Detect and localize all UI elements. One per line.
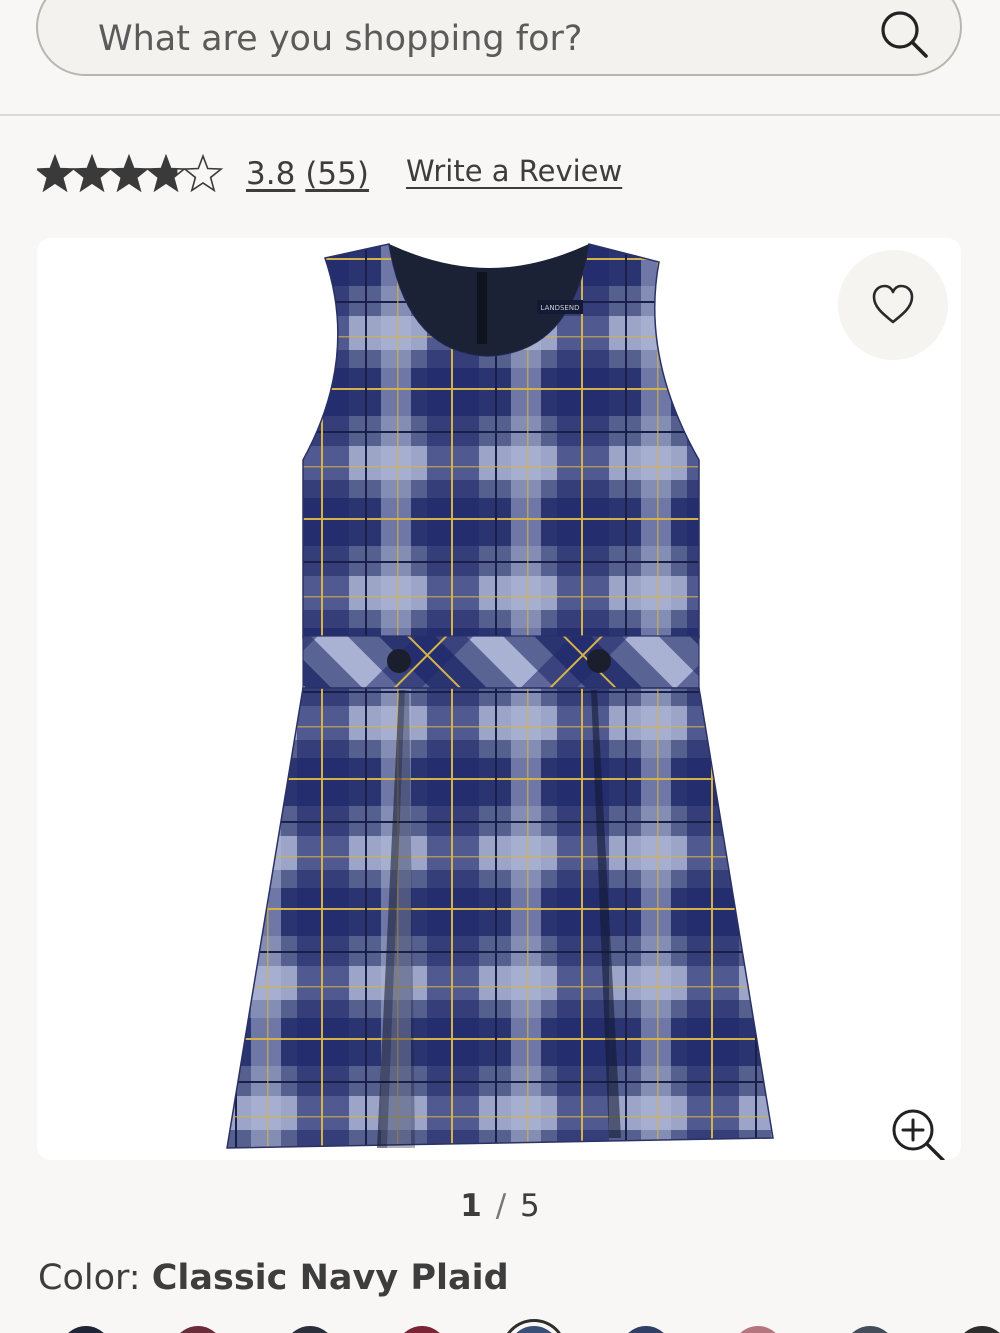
product-image-panel: LANDSEND [37,238,961,1160]
review-count: (55) [305,156,369,192]
color-swatch[interactable] [508,1326,560,1333]
search-icon [881,11,928,58]
zoom-button[interactable] [887,1104,951,1160]
color-swatches [0,1312,1000,1333]
color-swatch[interactable] [60,1326,112,1333]
color-swatch[interactable] [172,1326,224,1333]
star-rating [37,154,224,193]
color-value: Classic Navy Plaid [151,1258,509,1298]
search-bar [36,0,962,76]
rating-row: 3.8 (55) Write a Review [37,150,957,202]
search-input[interactable] [98,16,818,62]
color-swatch[interactable] [396,1326,448,1333]
color-swatch[interactable] [844,1326,896,1333]
rating-value: 3.8 [246,156,296,192]
rating-summary-link[interactable]: 3.8 (55) [246,156,369,192]
color-swatch[interactable] [620,1326,672,1333]
header-divider [0,114,1000,116]
star-icon [182,154,224,193]
write-review-link[interactable]: Write a Review [406,154,622,188]
star-fill [73,156,111,191]
color-swatch[interactable] [956,1326,1000,1333]
wishlist-button[interactable] [838,250,948,360]
color-label: Color: [38,1258,141,1298]
search-button[interactable] [876,6,936,66]
color-selection: Color: Classic Navy Plaid [38,1258,509,1298]
zoom-in-icon [892,1109,945,1160]
color-swatch[interactable] [284,1326,336,1333]
pager-current: 1 [460,1188,482,1224]
product-image[interactable]: LANDSEND [37,238,961,1160]
image-pager: 1 / 5 [0,1188,1000,1224]
star-fill [110,156,148,191]
pager-separator: / [495,1188,507,1224]
heart-icon [872,284,914,324]
color-swatch[interactable] [732,1326,784,1333]
pager-total: 5 [520,1188,540,1224]
star-fill [37,156,74,191]
brand-tag: LANDSEND [541,304,580,312]
